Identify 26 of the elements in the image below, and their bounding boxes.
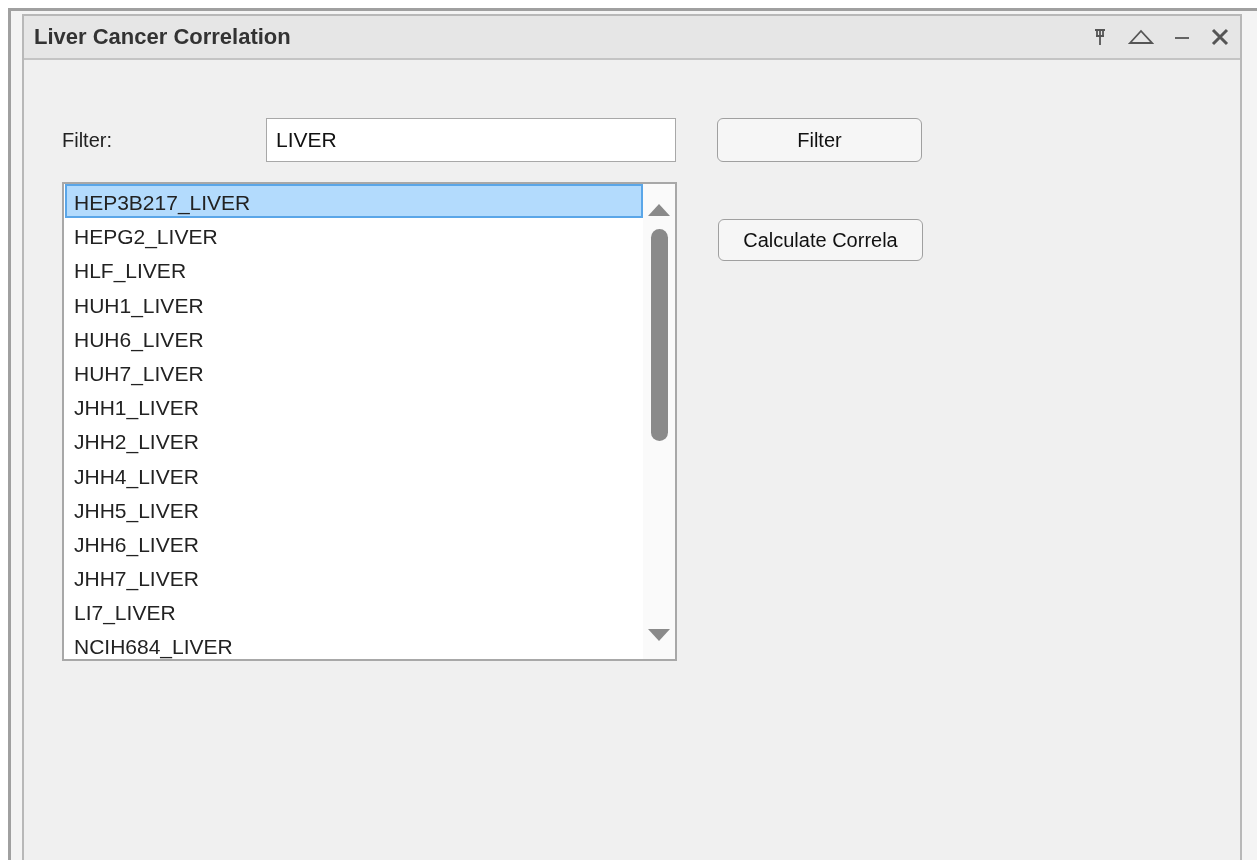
list-item[interactable]: JHH1_LIVER — [65, 389, 643, 424]
filter-field[interactable]: LIVER — [266, 118, 676, 162]
list-box[interactable]: HEP3B217_LIVER HEPG2_LIVER HLF_LIVER HUH1_LIVER HUH6_LIVER HUH7_LIVER JHH1_LIVER JHH2_LIVER JHH4_LIVER JHH5_LIVER JHH6_LIVER JHH7_LIVER LI7_LIVER NCIH684_LIVER — [62, 182, 677, 661]
list-item[interactable]: JHH5_LIVER — [65, 491, 643, 526]
list-item[interactable]: LI7_LIVER — [65, 594, 643, 629]
list-item[interactable]: HUH7_LIVER — [65, 354, 643, 390]
scroll-down-icon[interactable] — [648, 629, 670, 641]
list-item[interactable]: HEPG2_LIVER — [65, 218, 643, 253]
window-title: Liver Cancer Correlation — [34, 24, 292, 50]
list-item[interactable]: NCIH684_LIVER — [65, 628, 643, 659]
triangle-icon[interactable] — [1128, 27, 1154, 47]
close-icon[interactable] — [1210, 27, 1230, 47]
scrollbar-thumb[interactable] — [650, 229, 668, 441]
filter-button[interactable]: Filter — [717, 118, 922, 162]
list-item[interactable]: HUH6_LIVER — [65, 320, 643, 355]
filter-label: Filter: — [62, 128, 113, 152]
list-item[interactable]: HLF_LIVER — [65, 252, 643, 287]
calculate-button[interactable]: Calculate Correla — [718, 219, 923, 261]
scroll-up-icon[interactable] — [648, 204, 670, 216]
scrollbar[interactable] — [643, 184, 675, 659]
list-item[interactable]: HEP3B217_LIVER — [65, 184, 643, 219]
list-item[interactable]: JHH7_LIVER — [65, 560, 643, 595]
list-item[interactable]: JHH4_LIVER — [65, 457, 643, 492]
list-item[interactable]: HUH1_LIVER — [65, 286, 643, 321]
list-item[interactable]: JHH2_LIVER — [65, 423, 643, 458]
list-item[interactable]: JHH6_LIVER — [65, 525, 643, 561]
